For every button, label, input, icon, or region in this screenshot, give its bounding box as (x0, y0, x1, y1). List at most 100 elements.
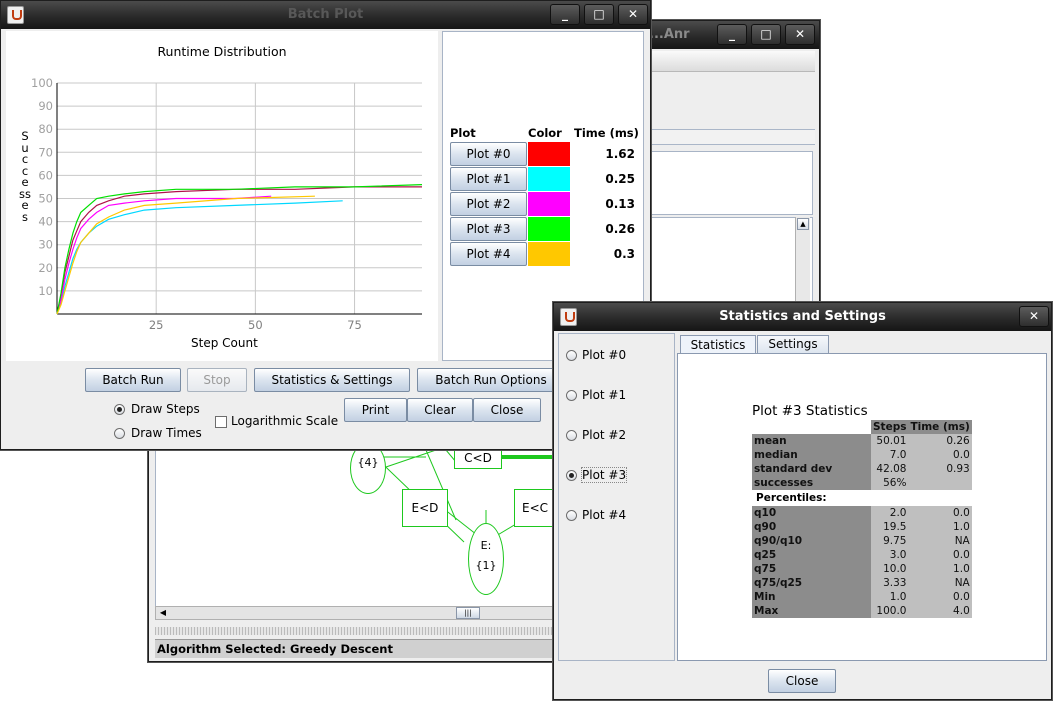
stat-time-value: NA (908, 576, 972, 590)
x-tick-label: 50 (248, 318, 263, 332)
series-line-plot-1 (56, 200, 343, 315)
batch-run-button[interactable]: Batch Run (85, 368, 181, 392)
stat-steps-value: 2.0 (871, 506, 909, 520)
legend-plot-button[interactable]: Plot #3 (450, 217, 527, 241)
stats-row: q90/q10 9.75 NA (752, 534, 972, 548)
scroll-pane (649, 217, 813, 305)
statistics-settings-button[interactable]: Statistics & Settings (254, 368, 410, 392)
stat-steps-value: 3.0 (871, 548, 909, 562)
legend-time-value: 0.26 (605, 222, 635, 236)
chart-panel: Runtime Distribution Successes 10 20 30 40 5… (6, 31, 438, 361)
y-tick-label: 80 (38, 122, 53, 136)
y-tick-label: 40 (38, 215, 53, 229)
splitter[interactable] (155, 627, 555, 635)
y-tick-label: 90 (38, 99, 53, 113)
stat-name: q75/q25 (752, 576, 871, 590)
tab-statistics[interactable]: Statistics (680, 335, 756, 354)
stats-row: q75/q25 3.33 NA (752, 576, 972, 590)
draw-times-label[interactable]: Draw Times (131, 426, 202, 440)
stat-name: median (752, 448, 871, 462)
time-column-header: Time (ms) (908, 420, 972, 434)
stats-row: q10 2.0 0.0 (752, 506, 972, 520)
scroll-thumb[interactable]: ||| (456, 607, 480, 619)
y-tick-label: 100 (31, 76, 53, 90)
status-bar: Algorithm Selected: Greedy Descent (155, 639, 557, 658)
horizontal-scrollbar[interactable]: ◀ ||| (155, 606, 555, 620)
scroll-up-arrow-icon[interactable]: ▲ (797, 218, 809, 230)
clear-button[interactable]: Clear (407, 398, 473, 422)
e-lt-c-text: E<C (521, 501, 548, 515)
graph-edge-label-e-lt-d[interactable]: E<D (402, 489, 448, 527)
stats-row: q25 3.0 0.0 (752, 548, 972, 562)
stat-name: q25 (752, 548, 871, 562)
minimize-button[interactable]: _ (550, 4, 580, 25)
graph-node-e[interactable]: E: {1} (468, 523, 504, 595)
plot-3-radio[interactable] (566, 470, 577, 481)
series-line-plot-2 (56, 195, 272, 315)
plot-1-radio[interactable] (566, 390, 577, 401)
legend-plot-button[interactable]: Plot #1 (450, 167, 527, 191)
graph-edge-label-c-lt-d[interactable]: C<D (454, 450, 502, 469)
stat-time-value: 1.0 (908, 520, 972, 534)
x-tick-label: 25 (149, 318, 164, 332)
e-lt-d-text: E<D (411, 501, 439, 515)
plot-1-label[interactable]: Plot #1 (582, 388, 626, 402)
plot-4-radio[interactable] (566, 510, 577, 521)
graph-canvas[interactable]: {4} C<D E<D E<C E: {1} (155, 449, 557, 607)
plot-4-label[interactable]: Plot #4 (582, 508, 626, 522)
batch-run-options-button[interactable]: Batch Run Options (417, 368, 565, 392)
close-button[interactable]: Close (768, 669, 836, 693)
legend-color-swatch (528, 242, 570, 266)
batch-plot-titlebar: Batch Plot _ □ ✕ (1, 1, 650, 29)
close-button[interactable]: Close (473, 398, 541, 422)
y-tick-label: 10 (38, 284, 53, 298)
series-line-plot-3 (56, 184, 423, 315)
stat-steps-value: 56% (871, 476, 909, 490)
statistics-tab-panel: Plot #3 Statistics Steps Time (ms) mean 5… (677, 353, 1047, 661)
legend-plot-button[interactable]: Plot #2 (450, 192, 527, 216)
logarithmic-scale-label[interactable]: Logarithmic Scale (231, 414, 338, 428)
legend-plot-button[interactable]: Plot #4 (450, 242, 527, 266)
stat-time-value: NA (908, 534, 972, 548)
logarithmic-scale-checkbox[interactable] (215, 416, 227, 428)
graph-edge-label-e-lt-c[interactable]: E<C (514, 489, 556, 527)
stat-steps-value: 100.0 (871, 604, 909, 618)
percentiles-row: Percentiles: (752, 490, 972, 506)
minimize-button[interactable]: _ (717, 24, 747, 45)
legend-header-color: Color (528, 126, 562, 140)
plot-selector-panel: Plot #0 Plot #1 Plot #2 Plot #3 Plot #4 (558, 333, 675, 661)
plot-0-radio[interactable] (566, 350, 577, 361)
stat-time-value (908, 476, 972, 490)
plot-2-label[interactable]: Plot #2 (582, 428, 626, 442)
stop-button[interactable]: Stop (187, 368, 247, 392)
scroll-left-arrow-icon[interactable]: ◀ (157, 607, 169, 619)
plot-2-radio[interactable] (566, 430, 577, 441)
print-button[interactable]: Print (344, 398, 407, 422)
legend-color-swatch (528, 217, 570, 241)
draw-steps-label[interactable]: Draw Steps (131, 402, 200, 416)
close-window-button[interactable]: ✕ (785, 24, 815, 45)
statistics-title: Statistics and Settings (719, 309, 886, 324)
legend-header-time: Time (ms) (574, 126, 639, 140)
stat-time-value: 0.0 (908, 506, 972, 520)
statistics-table: Steps Time (ms) mean 50.01 0.26 median 7.0 0.… (752, 420, 972, 618)
close-window-button[interactable]: ✕ (618, 4, 648, 25)
legend-time-value: 0.3 (613, 247, 635, 261)
stat-name: Max (752, 604, 871, 618)
draw-times-radio[interactable] (114, 428, 125, 439)
maximize-button[interactable]: □ (584, 4, 614, 25)
plot-3-label[interactable]: Plot #3 (580, 467, 628, 483)
stat-steps-value: 50.01 (871, 434, 909, 448)
draw-steps-radio[interactable] (114, 404, 125, 415)
stats-row: standard dev 42.08 0.93 (752, 462, 972, 476)
close-window-button[interactable]: ✕ (1019, 306, 1049, 327)
legend-header-plot: Plot (450, 126, 476, 140)
stat-name: successes (752, 476, 871, 490)
plot-0-label[interactable]: Plot #0 (582, 348, 626, 362)
legend-plot-button[interactable]: Plot #0 (450, 142, 527, 166)
legend-time-value: 0.13 (605, 197, 635, 211)
maximize-button[interactable]: □ (751, 24, 781, 45)
vertical-scrollbar[interactable]: ▲ (795, 217, 810, 303)
graph-node-e-value: {1} (475, 559, 497, 572)
tab-settings[interactable]: Settings (757, 335, 829, 353)
